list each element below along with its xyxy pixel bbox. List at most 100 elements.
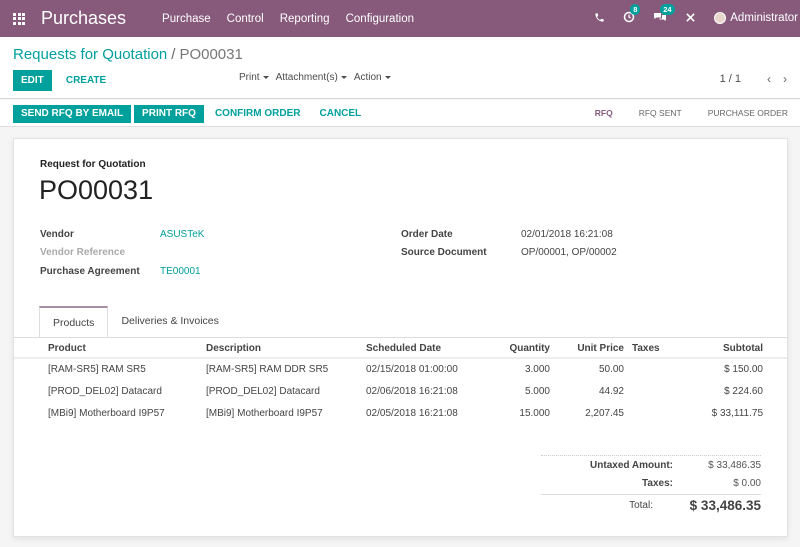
vendor-reference-label: Vendor Reference: [40, 247, 126, 258]
send-rfq-by-email-button[interactable]: SEND RFQ BY EMAIL: [13, 105, 132, 123]
table-row[interactable]: [MBi9] Motherboard I9P57 [MBi9] Motherbo…: [14, 402, 787, 424]
cell-description: [PROD_DEL02] Datacard: [206, 385, 320, 397]
create-button[interactable]: CREATE: [58, 70, 114, 91]
taxes-value: $ 0.00: [733, 477, 761, 489]
cell-quantity: 5.000: [524, 385, 550, 397]
cell-subtotal: $ 150.00: [724, 364, 763, 375]
untaxed-amount-label: Untaxed Amount:: [590, 459, 673, 471]
notebook-tabs: Products Deliveries & Invoices: [39, 306, 232, 337]
column-taxes[interactable]: Taxes: [624, 340, 674, 359]
pager-value[interactable]: 1 / 1: [720, 73, 741, 85]
cancel-button[interactable]: CANCEL: [312, 105, 370, 123]
column-product[interactable]: Product: [14, 340, 206, 359]
form-sheet: Request for Quotation PO00031 Vendor ASU…: [13, 138, 788, 537]
order-totals: Untaxed Amount: $ 33,486.35 Taxes: $ 0.0…: [541, 455, 761, 516]
tab-products[interactable]: Products: [39, 306, 109, 337]
source-document-value: OP/00001, OP/00002: [521, 247, 617, 258]
cell-description: [MBi9] Motherboard I9P57: [206, 407, 323, 419]
taxes-row: Taxes: $ 0.00: [541, 474, 761, 492]
menu-item-configuration[interactable]: Configuration: [346, 13, 414, 25]
action-dropdown[interactable]: Action: [354, 72, 391, 83]
systray: 8 24 Administrator: [594, 0, 800, 37]
cell-scheduled-date: 02/05/2018 16:21:08: [366, 407, 458, 419]
untaxed-amount-value: $ 33,486.35: [708, 459, 761, 471]
avatar: [714, 12, 727, 25]
cell-unit-price: 2,207.45: [585, 407, 624, 419]
cell-subtotal: $ 224.60: [724, 385, 763, 397]
column-unit-price[interactable]: Unit Price: [550, 340, 624, 359]
untaxed-amount-row: Untaxed Amount: $ 33,486.35: [541, 456, 761, 474]
print-label: Print: [239, 72, 260, 83]
table-row[interactable]: [RAM-SR5] RAM SR5 [RAM-SR5] RAM DDR SR5 …: [14, 358, 787, 380]
caret-down-icon: [262, 75, 269, 79]
column-quantity[interactable]: Quantity: [476, 340, 550, 359]
cell-quantity: 15.000: [519, 407, 550, 419]
pager-previous-icon[interactable]: ‹: [767, 72, 771, 86]
cell-product: [PROD_DEL02] Datacard: [48, 385, 162, 397]
print-rfq-button[interactable]: PRINT RFQ: [134, 105, 204, 123]
attachments-dropdown[interactable]: Attachment(s): [276, 72, 347, 83]
pager-next-icon[interactable]: ›: [783, 72, 787, 86]
main-navbar: Purchases Purchase Control Reporting Con…: [0, 0, 800, 37]
apps-menu-icon[interactable]: [13, 12, 27, 25]
form-buttons: EDIT CREATE: [13, 70, 114, 91]
menu-item-reporting[interactable]: Reporting: [280, 13, 330, 25]
cell-scheduled-date: 02/15/2018 01:00:00: [366, 364, 458, 375]
cell-product: [RAM-SR5] RAM SR5: [48, 364, 146, 375]
order-date-label: Order Date: [401, 229, 453, 240]
stage-rfq-sent[interactable]: RFQ SENT: [639, 108, 682, 118]
menu-item-purchase[interactable]: Purchase: [162, 13, 211, 25]
column-scheduled-date[interactable]: Scheduled Date: [366, 340, 476, 359]
phone-icon[interactable]: [594, 11, 605, 26]
tab-divider: [14, 337, 787, 338]
activity-clock-icon[interactable]: 8: [623, 4, 641, 26]
debug-tools-icon[interactable]: [685, 11, 696, 26]
edit-button[interactable]: EDIT: [13, 70, 52, 91]
cell-description: [RAM-SR5] RAM DDR SR5: [206, 364, 329, 375]
pager: 1 / 1 ‹ ›: [720, 72, 787, 86]
breadcrumb-separator: /: [171, 46, 176, 63]
taxes-label: Taxes:: [642, 477, 673, 489]
action-label: Action: [353, 72, 382, 83]
cell-taxes: [624, 380, 674, 402]
tab-deliveries-invoices[interactable]: Deliveries & Invoices: [108, 306, 231, 337]
statusbar-buttons: SEND RFQ BY EMAIL PRINT RFQ CONFIRM ORDE…: [13, 105, 372, 123]
column-subtotal[interactable]: Subtotal: [674, 340, 787, 359]
order-date-value: 02/01/2018 16:21:08: [521, 229, 613, 240]
breadcrumb-parent[interactable]: Requests for Quotation: [13, 46, 167, 63]
caret-down-icon: [384, 75, 391, 79]
breadcrumb-current: PO00031: [179, 46, 243, 63]
purchase-agreement-value[interactable]: TE00001: [160, 266, 201, 277]
total-row: Total: $ 33,486.35: [541, 494, 761, 516]
cell-product: [MBi9] Motherboard I9P57: [48, 407, 165, 419]
document-type-label: Request for Quotation: [40, 159, 146, 170]
confirm-order-button[interactable]: CONFIRM ORDER: [207, 105, 309, 123]
vendor-label: Vendor: [40, 229, 74, 240]
status-stages: RFQ RFQ SENT PURCHASE ORDER: [569, 108, 788, 118]
chat-bubbles-icon[interactable]: 24: [653, 4, 675, 26]
vendor-value[interactable]: ASUSTeK: [160, 229, 204, 240]
cell-taxes: [624, 358, 674, 380]
activity-count-badge: 8: [630, 4, 641, 15]
stage-purchase-order[interactable]: PURCHASE ORDER: [708, 108, 788, 118]
app-title: Purchases: [41, 8, 127, 28]
cell-scheduled-date: 02/06/2018 16:21:08: [366, 385, 458, 397]
table-row[interactable]: [PROD_DEL02] Datacard [PROD_DEL02] Datac…: [14, 380, 787, 402]
stage-rfq[interactable]: RFQ: [595, 108, 613, 118]
menu-item-control[interactable]: Control: [227, 13, 264, 25]
user-menu[interactable]: Administrator: [714, 12, 798, 25]
column-description[interactable]: Description: [206, 340, 366, 359]
order-lines-table: Product Description Scheduled Date Quant…: [14, 340, 787, 424]
source-document-label: Source Document: [401, 247, 487, 258]
messages-count-badge: 24: [660, 4, 675, 15]
cell-subtotal: $ 33,111.75: [711, 407, 763, 419]
cell-unit-price: 50.00: [598, 364, 624, 375]
total-value: $ 33,486.35: [689, 498, 761, 513]
purchase-agreement-label: Purchase Agreement: [40, 266, 140, 277]
cell-unit-price: 44.92: [598, 385, 624, 397]
cell-quantity: 3.000: [524, 364, 550, 375]
main-menu: Purchase Control Reporting Configuration: [162, 13, 430, 25]
attachments-label: Attachment(s): [275, 72, 338, 83]
caret-down-icon: [340, 75, 347, 79]
print-dropdown[interactable]: Print: [239, 72, 269, 83]
